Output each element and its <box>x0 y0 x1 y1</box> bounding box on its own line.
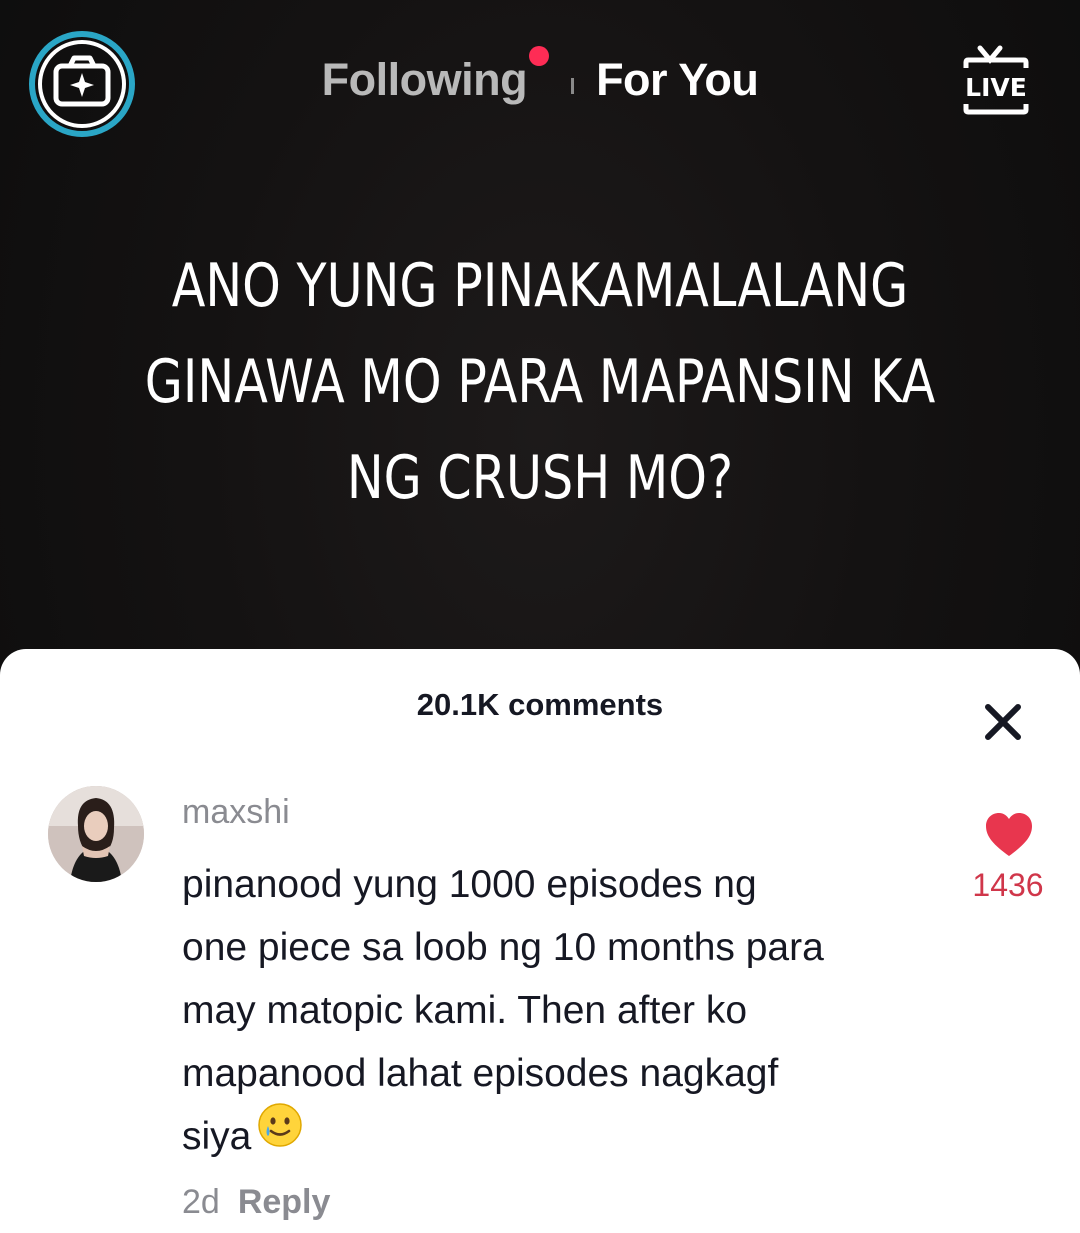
reply-button[interactable]: Reply <box>238 1183 331 1221</box>
tab-divider <box>571 78 575 94</box>
comment-text: pinanood yung 1000 episodes ng one piece… <box>182 853 942 1171</box>
comments-count-title: 20.1K comments <box>416 687 664 722</box>
avatar[interactable] <box>48 786 144 882</box>
like-button[interactable] <box>984 812 1034 858</box>
comment-timestamp: 2d <box>182 1183 220 1221</box>
video-caption: ANO YUNG PINAKAMALALANG GINAWA MO PARA M… <box>97 238 983 526</box>
close-icon <box>985 704 1021 740</box>
tab-for-you[interactable]: For You <box>596 54 759 106</box>
tab-following[interactable]: Following <box>321 46 550 106</box>
live-button[interactable]: LIVE <box>950 40 1042 124</box>
comment-username[interactable]: maxshi <box>182 793 290 832</box>
heart-icon <box>986 813 1032 856</box>
comment-line: siya <box>182 1115 252 1158</box>
comment-line: one piece sa loob ng 10 months para <box>182 926 824 969</box>
notification-dot <box>529 46 550 66</box>
live-label: LIVE <box>965 73 1027 102</box>
smiling-face-with-tear-icon <box>257 1102 303 1167</box>
avatar-image <box>48 786 144 882</box>
video-caption-line: GINAWA MO PARA MAPANSIN KA <box>144 347 936 417</box>
video-caption-line: NG CRUSH MO? <box>346 443 734 513</box>
feed-tabs: Following For You <box>0 46 1080 112</box>
like-count: 1436 <box>972 867 1044 903</box>
live-tv-icon: LIVE <box>963 45 1029 115</box>
comment-line-last: siya <box>182 1102 942 1171</box>
comment-meta: 2d Reply <box>182 1183 330 1222</box>
comment-line: mapanood lahat episodes nagkagf <box>182 1052 779 1095</box>
comment-line: may matopic kami. Then after ko <box>182 989 748 1032</box>
tab-following-label: Following <box>321 54 528 105</box>
video-caption-line: ANO YUNG PINAKAMALALANG <box>171 251 909 321</box>
comment-line: pinanood yung 1000 episodes ng <box>182 863 757 906</box>
tab-for-you-label: For You <box>596 54 759 105</box>
app-screen: Following For You LIVE ANO YUNG PINAKAMA… <box>0 0 1080 1233</box>
comments-sheet: 20.1K comments maxshi pinanood yung 1000… <box>0 649 1080 1233</box>
close-button[interactable] <box>980 699 1026 745</box>
